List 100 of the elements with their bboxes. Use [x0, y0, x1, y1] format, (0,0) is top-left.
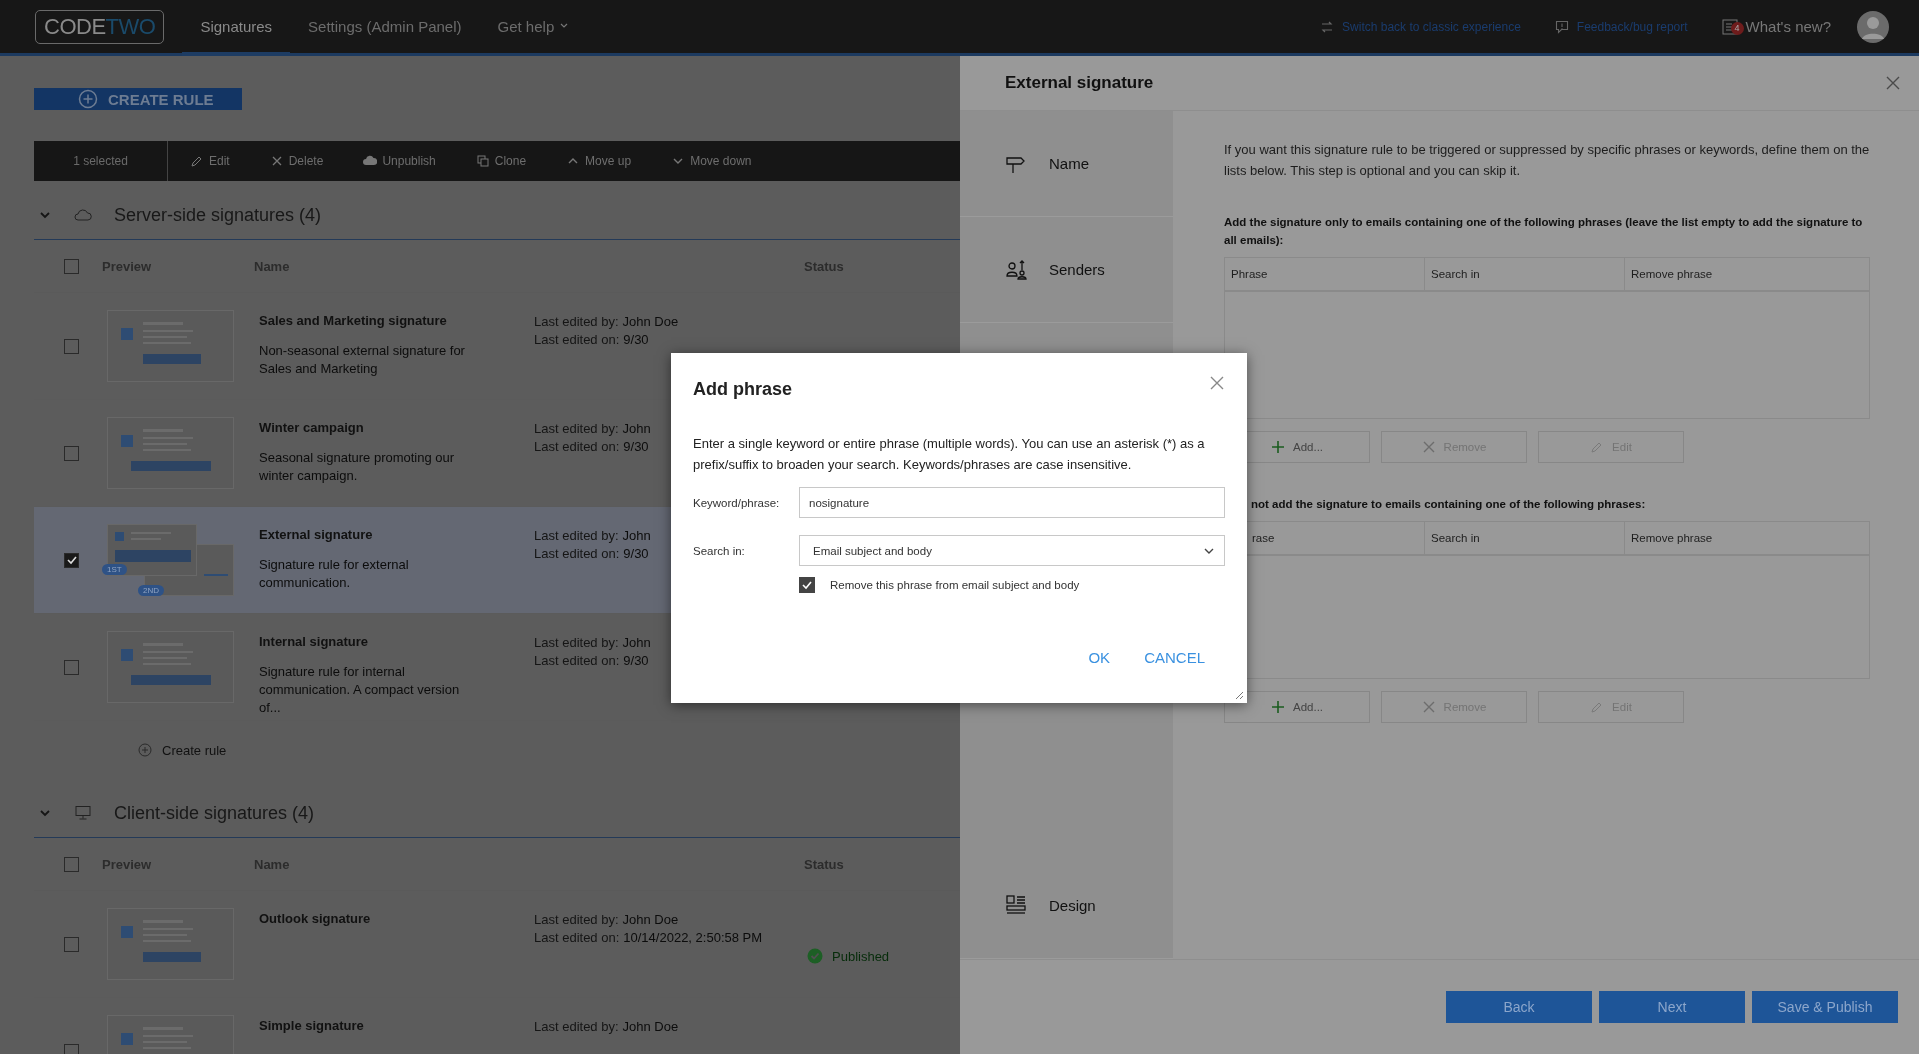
list-label: Add the signature only to emails containing one of the following phrases (leave the list empty to add the signature to all emails):: [1224, 215, 1864, 248]
order-badge: 1ST: [102, 564, 127, 575]
keyword-field[interactable]: nosignature: [799, 487, 1225, 518]
step-item[interactable]: Senders: [960, 217, 1173, 324]
edited-on-value: 10/14/2022, 2:50:58 PM: [623, 930, 763, 945]
x-icon: [1421, 700, 1436, 714]
row-checkbox[interactable]: [64, 338, 79, 354]
nav-tab[interactable]: Signatures: [182, 0, 291, 56]
plus-icon: [1270, 440, 1285, 454]
dialog-button[interactable]: OK: [1082, 645, 1117, 670]
step-item[interactable]: Design: [960, 852, 1173, 959]
row-checkbox[interactable]: [64, 659, 79, 675]
whats-new-link[interactable]: What's new?: [1745, 18, 1831, 35]
toolbar-button[interactable]: Move down: [649, 154, 770, 168]
app-logo[interactable]: CODETWO: [35, 9, 165, 44]
edited-on-label: Last edited on:: [534, 546, 620, 561]
search-in-dropdown[interactable]: Email subject and body: [799, 535, 1225, 566]
toolbar-button[interactable]: Edit: [168, 154, 248, 168]
plus-icon: [1270, 700, 1285, 714]
close-icon[interactable]: [1209, 375, 1225, 391]
footer-button[interactable]: Back: [1446, 991, 1592, 1023]
select-all-checkbox[interactable]: [64, 856, 79, 872]
select-all-checkbox[interactable]: [64, 258, 79, 274]
edited-by-label: Last edited by:: [534, 635, 619, 650]
create-rule-link[interactable]: Create rule: [34, 721, 960, 779]
edited-by-label: Last edited by:: [534, 421, 619, 436]
plus-circle-icon: [138, 743, 152, 757]
signature-name: Simple signature: [259, 1018, 365, 1033]
edited-on-value: 9/30: [623, 439, 649, 454]
edited-on-label: Last edited on:: [534, 439, 620, 454]
create-rule-button[interactable]: CREATE RULE: [34, 88, 242, 110]
news-icon: [1721, 17, 1740, 36]
column-header: Remove phrase: [1630, 267, 1714, 282]
edited-by-value: John Doe: [622, 912, 679, 927]
row-checkbox[interactable]: [64, 936, 79, 952]
signature-description: Non-seasonal external signature for Sales and Marketing: [259, 342, 466, 378]
logo-word: TWO: [105, 13, 156, 40]
edited-by-value: John: [622, 528, 651, 543]
edited-by-label: Last edited by:: [534, 314, 619, 329]
toolbar-button[interactable]: Move up: [544, 154, 650, 168]
resize-grip-icon[interactable]: [1234, 690, 1244, 700]
dialog-title: Add phrase: [693, 378, 793, 400]
step-item[interactable]: Name: [960, 111, 1173, 218]
edited-by-value: John: [622, 421, 651, 436]
x-icon: [1421, 440, 1436, 454]
edited-by-value: John Doe: [622, 1019, 679, 1034]
caret-icon: [1204, 547, 1214, 554]
list-label: not add the signature to emails containing one of the following phrases:: [1250, 497, 1647, 512]
section-title: Server-side signatures (4): [114, 204, 322, 226]
user-avatar[interactable]: [1857, 10, 1889, 43]
field-label: Search in:: [693, 544, 746, 557]
row-checkbox[interactable]: [64, 552, 79, 568]
dialog-button[interactable]: CANCEL: [1138, 645, 1211, 670]
row-checkbox[interactable]: [64, 445, 79, 461]
plus-circle-icon: [78, 89, 98, 109]
toolbar-button[interactable]: Delete: [247, 154, 342, 168]
signature-name: Sales and Marketing signature: [259, 313, 448, 328]
pencil-icon: [190, 154, 204, 168]
signature-name: External signature: [259, 527, 374, 542]
signature-description: Signature rule for internal communication. A compact version of...: [259, 663, 461, 717]
panel-title: External signature: [1005, 73, 1154, 93]
column-header: Phrase: [1225, 258, 1425, 290]
signature-description: Signature rule for external communication.: [259, 556, 410, 592]
footer-button[interactable]: Save & Publish: [1752, 991, 1898, 1023]
speech-bubble-icon: [1554, 19, 1569, 34]
edited-by-label: Last edited by:: [534, 528, 619, 543]
cloud-icon: [74, 208, 92, 222]
list-button[interactable]: Add...: [1224, 691, 1370, 723]
edited-on-label: Last edited on:: [534, 653, 620, 668]
selection-count: 1 selected: [34, 141, 168, 181]
signature-name: Outlook signature: [259, 911, 372, 926]
signature-row[interactable]: Outlook signature Last edited by: John Doe Last edited on: 10/14/2022, 2:50:58 PM Published: [34, 891, 960, 998]
logo-word: CODE: [44, 13, 106, 40]
edited-on-label: Last edited on:: [534, 332, 620, 347]
edited-by-value: John: [622, 635, 651, 650]
row-checkbox[interactable]: [64, 1043, 79, 1054]
toolbar-button[interactable]: Clone: [453, 154, 545, 168]
edited-by-label: Last edited by:: [534, 912, 619, 927]
people-icon: [1005, 258, 1027, 281]
column-header: Search in: [1425, 258, 1625, 290]
field-label: Keyword/phrase:: [693, 496, 781, 509]
column-header: Search in: [1425, 522, 1625, 554]
close-icon[interactable]: [1885, 75, 1901, 91]
toolbar-button[interactable]: Unpublish: [341, 154, 454, 168]
section-title: Client-side signatures (4): [114, 802, 315, 824]
nav-tab[interactable]: Get help: [479, 0, 587, 56]
signature-name: Winter campaign: [259, 420, 365, 435]
layout-icon: [1005, 894, 1027, 917]
column-header: Remove phrase: [1630, 531, 1714, 546]
order-badge: 2ND: [138, 585, 164, 596]
edited-by-value: John Doe: [622, 314, 679, 329]
signature-row[interactable]: Simple signature Last edited by: John Doe: [34, 998, 960, 1054]
edited-on-label: Last edited on:: [534, 930, 620, 945]
edited-by-label: Last edited by:: [534, 1019, 619, 1034]
checkbox[interactable]: [799, 577, 815, 593]
swap-arrows-icon: [1320, 19, 1335, 34]
copy-icon: [475, 154, 490, 168]
signature-description: Seasonal signature promoting our winter campaign.: [259, 449, 456, 485]
nav-tab[interactable]: Settings (Admin Panel): [290, 0, 480, 56]
footer-button[interactable]: Next: [1599, 991, 1745, 1023]
